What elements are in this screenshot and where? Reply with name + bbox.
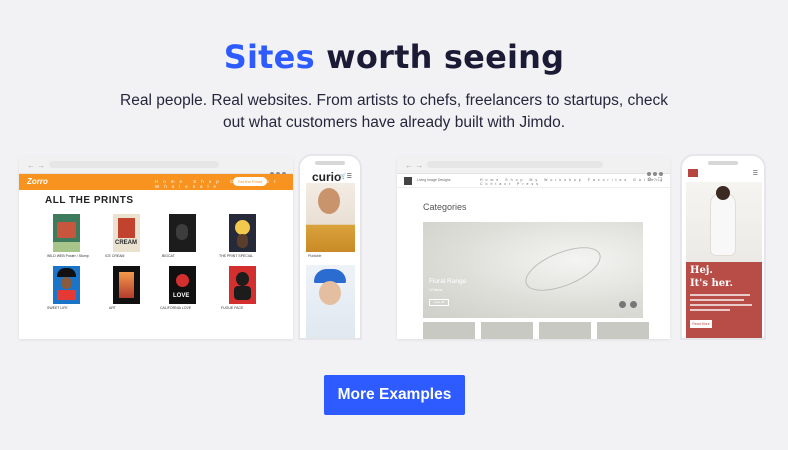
title-rest: worth seeing [326, 38, 565, 76]
model-portrait [318, 188, 340, 214]
cart-icon: ⚙ ○ ☐ [647, 177, 662, 183]
phone-notch [708, 161, 738, 165]
model-portrait [319, 281, 341, 305]
browser-chrome: ← → [19, 156, 293, 176]
site-nav-bar: Living Image Designs Home Shop My Worksh… [397, 174, 670, 188]
poster-thumbnail [53, 266, 80, 304]
hero-title: Floral Range [429, 278, 467, 285]
section-subtitle: Real people. Real websites. From artists… [94, 90, 694, 134]
example-site-hej[interactable]: ☰ Hej. It's her. Read More [680, 154, 766, 340]
title-accent: Sites [223, 38, 315, 76]
examples-gallery: ← → Zorro Home Shop Contact Wholesale Ge… [0, 154, 788, 340]
poster-caption: BIGCAT [162, 254, 175, 258]
poster-caption: FUGUE FACE [221, 306, 244, 310]
poster-thumbnail: CREAM [113, 214, 140, 252]
example-site-prints[interactable]: ← → Zorro Home Shop Contact Wholesale Ge… [19, 156, 293, 339]
model-head [716, 186, 730, 200]
poster-caption: THE PRINT SPECIAL [219, 254, 254, 258]
site-logo: Zorro [27, 177, 48, 186]
example-site-curio[interactable]: curio 🛒☰ Plaitable [298, 154, 362, 340]
arrow-right-icon [630, 301, 637, 308]
site-cta-button: Get the Prints [233, 177, 267, 186]
hero-headline: Hej. [690, 265, 713, 276]
address-bar [49, 161, 219, 168]
poster-caption: SWEET LIFE [47, 306, 68, 310]
site-heading: Categories [423, 202, 467, 212]
product-caption: Plaitable [308, 254, 322, 258]
category-thumbnail [423, 322, 475, 339]
hero-button: view all [429, 299, 449, 306]
phone-notch [315, 161, 345, 165]
site-heading: ALL THE PRINTS [45, 195, 134, 206]
site-menu: Home Shop My Workshop Favorites Gallery … [480, 178, 666, 186]
site-nav-bar: Zorro Home Shop Contact Wholesale Get th… [19, 174, 293, 190]
example-site-ceramics[interactable]: ← → Living Image Designs Home Shop My Wo… [397, 156, 670, 339]
category-thumbnail [481, 322, 533, 339]
poster-thumbnail [229, 266, 256, 304]
hero-headline: It's her. [690, 278, 733, 289]
hero-button: Read More [690, 320, 712, 328]
category-thumbnail [539, 322, 591, 339]
hero-body-text [690, 294, 754, 312]
poster-thumbnail [53, 214, 80, 252]
hero-subtitle: 12 items [429, 288, 443, 292]
subtitle-line-2: out what customers have already built wi… [222, 114, 566, 131]
address-bar [427, 161, 603, 168]
site-brand: Living Image Designs [417, 178, 451, 182]
poster-caption: ART [109, 306, 116, 310]
poster-thumbnail: LOVE [169, 266, 196, 304]
hamburger-icon: ☰ [752, 171, 758, 177]
arrow-icon: ← → [405, 161, 424, 170]
hero-image [423, 222, 643, 318]
poster-caption: WILD WEB Poster / Stump [47, 254, 89, 258]
site-logo: curio [312, 170, 342, 184]
poster-thumbnail [229, 214, 256, 252]
site-logo [404, 177, 412, 185]
model-figure [710, 192, 736, 256]
poster-thumbnail [169, 214, 196, 252]
browser-chrome: ← → [397, 156, 670, 176]
more-examples-button[interactable]: More Examples [324, 375, 465, 415]
cart-icon: 🛒☰ [339, 174, 352, 180]
poster-word: LOVE [173, 293, 190, 299]
poster-thumbnail [113, 266, 140, 304]
plate-illustration [519, 238, 607, 300]
poster-caption: ICE CREAM [105, 254, 125, 258]
category-thumbnail [597, 322, 649, 339]
poster-word: CREAM [115, 240, 137, 246]
subtitle-line-1: Real people. Real websites. From artists… [120, 92, 668, 109]
site-logo [688, 169, 698, 177]
poster-caption: CALIFORNIA LOVE [160, 306, 192, 310]
arrow-icon: ← → [27, 161, 46, 170]
arrow-left-icon [619, 301, 626, 308]
section-title: Sites worth seeing [0, 38, 788, 76]
site-menu: Home Shop Contact Wholesale [155, 179, 281, 189]
